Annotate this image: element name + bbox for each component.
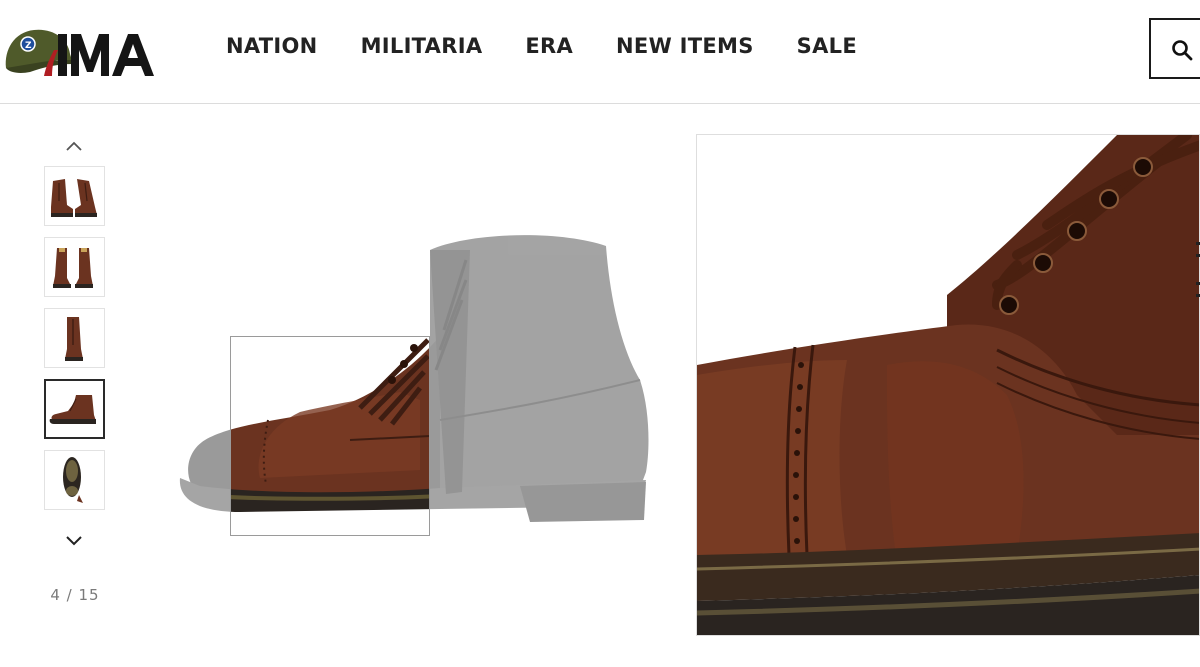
logo-wordmark	[44, 34, 154, 76]
zoom-lens[interactable]	[230, 336, 430, 536]
image-counter: 4 / 15	[50, 586, 100, 604]
boot-pair-thumbnail	[51, 179, 97, 217]
nav-item-sale[interactable]: SALE	[797, 34, 857, 58]
thumbnail-pair-back[interactable]	[44, 237, 105, 297]
boot-zoom-image	[697, 135, 1199, 635]
thumbnail-single-front[interactable]	[44, 308, 105, 368]
thumbnail-next-button[interactable]	[62, 532, 86, 550]
boot-side-thumbnail	[49, 395, 96, 424]
nav-item-era[interactable]: ERA	[525, 34, 573, 58]
nav-item-militaria[interactable]: MILITARIA	[361, 34, 483, 58]
search-icon	[1172, 40, 1193, 61]
zoom-preview	[696, 134, 1200, 636]
chevron-down-icon	[66, 536, 82, 546]
search-button[interactable]	[1149, 18, 1200, 79]
thumbnail-pair-front[interactable]	[44, 166, 105, 226]
site-header: Z NATION MILITARIA ERA NEW ITEMS SALE	[0, 0, 1200, 104]
brand-logo[interactable]: Z	[0, 10, 172, 82]
boot-sole-thumbnail	[63, 457, 83, 503]
thumbnail-side-profile[interactable]	[44, 379, 105, 439]
main-product-image[interactable]	[150, 112, 690, 657]
chevron-up-icon	[66, 141, 82, 151]
nav-item-new-items[interactable]: NEW ITEMS	[616, 34, 754, 58]
thumbnail-sole[interactable]	[44, 450, 105, 510]
svg-text:Z: Z	[25, 41, 32, 51]
zoom-pane-scroll-indicator	[1196, 242, 1200, 302]
thumbnail-prev-button[interactable]	[62, 137, 86, 155]
boot-pair-back-thumbnail	[53, 248, 93, 288]
nav-item-nation[interactable]: NATION	[226, 34, 318, 58]
boot-single-thumbnail	[65, 317, 83, 361]
main-nav: NATION MILITARIA ERA NEW ITEMS SALE	[226, 34, 857, 58]
